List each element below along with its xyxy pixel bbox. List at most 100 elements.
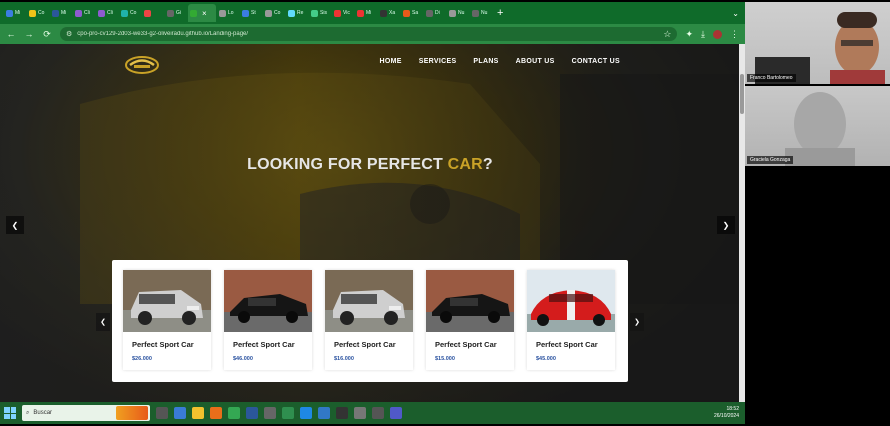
app-icon[interactable] xyxy=(300,407,312,419)
nav-contact[interactable]: CONTACT US xyxy=(572,58,620,65)
tab-label: St xyxy=(251,10,256,16)
browser-tab[interactable]: Co xyxy=(27,4,49,22)
car-image xyxy=(123,270,211,332)
car-image xyxy=(426,270,514,332)
car-card-title: Perfect Sport Car xyxy=(233,340,295,349)
participant-name: Franco Bartolomeo xyxy=(747,74,796,82)
browser-tab[interactable]: Mi xyxy=(50,4,72,22)
browser-tab[interactable]: Co xyxy=(119,4,141,22)
car-card-price: $15.000 xyxy=(435,356,455,362)
tab-label: Nu xyxy=(481,10,488,16)
browser-tab[interactable]: Nu xyxy=(470,4,492,22)
cards-next-arrow[interactable]: ❯ xyxy=(630,313,644,331)
tab-favicon-icon xyxy=(167,9,174,17)
nav-plans[interactable]: PLANS xyxy=(473,58,498,65)
app-icon[interactable] xyxy=(282,407,294,419)
app-icon[interactable] xyxy=(372,407,384,419)
tab-label: Mi xyxy=(366,10,372,16)
tab-favicon-icon xyxy=(242,9,249,17)
site-info-icon[interactable]: ⚙ xyxy=(66,30,72,38)
car-card-title: Perfect Sport Car xyxy=(132,340,194,349)
tab-favicon-icon xyxy=(449,9,456,17)
tab-favicon-icon xyxy=(334,9,341,17)
back-button[interactable]: ← xyxy=(6,29,16,39)
tab-label: Co xyxy=(38,10,45,16)
app-icon[interactable] xyxy=(210,407,222,419)
windows-start-icon[interactable] xyxy=(4,407,16,419)
tab-favicon-icon xyxy=(472,9,479,17)
browser-tab[interactable]: Lo xyxy=(217,4,239,22)
chrome-icon[interactable] xyxy=(228,407,240,419)
car-card-title: Perfect Sport Car xyxy=(536,340,598,349)
browser-tab[interactable]: Xa xyxy=(378,4,400,22)
browser-tab[interactable]: Gi xyxy=(165,4,187,22)
screen: Mi Co Mi Cli Cli Co Gi × Lo St Co Re Sis Vic Mi Xa Sa Di N… xyxy=(0,0,890,426)
browser-tab[interactable]: Mi xyxy=(4,4,26,22)
hero-next-arrow[interactable]: ❯ xyxy=(717,216,735,234)
bookmark-star-icon[interactable]: ☆ xyxy=(663,29,671,40)
profile-avatar[interactable] xyxy=(713,29,722,39)
tab-label: Gi xyxy=(176,10,181,16)
browser-tab[interactable]: Cli xyxy=(96,4,118,22)
download-icon[interactable]: ⤓ xyxy=(701,29,705,40)
browser-tab[interactable]: Mi xyxy=(355,4,377,22)
app-icon[interactable] xyxy=(246,407,258,419)
browser-tab[interactable]: Sa xyxy=(401,4,423,22)
app-icon[interactable] xyxy=(264,407,276,419)
browser-tab[interactable]: Di xyxy=(424,4,446,22)
car-card-title: Perfect Sport Car xyxy=(334,340,396,349)
browser-tab[interactable]: Vic xyxy=(332,4,354,22)
teams-icon[interactable] xyxy=(390,407,402,419)
clock-time: 18:52 xyxy=(726,406,739,412)
browser-tab[interactable]: Nu xyxy=(447,4,469,22)
tab-favicon-icon xyxy=(98,9,105,17)
browser-tab[interactable]: Cli xyxy=(73,4,95,22)
menu-icon[interactable]: ⋮ xyxy=(730,29,739,40)
car-card[interactable]: Perfect Sport Car $16.000 xyxy=(325,270,413,370)
url-text: cpo-pro-cv129-2d03-we33-g2-oliveiradu.gi… xyxy=(77,31,249,37)
tab-label: Cli xyxy=(84,10,90,16)
car-card[interactable]: Perfect Sport Car $15.000 xyxy=(426,270,514,370)
tab-label: Co xyxy=(274,10,281,16)
site-logo[interactable] xyxy=(124,53,160,75)
tab-search-icon[interactable]: ⌄ xyxy=(732,9,739,18)
car-card[interactable]: Perfect Sport Car $26.000 xyxy=(123,270,211,370)
browser-tab[interactable]: St xyxy=(240,4,262,22)
nav-about[interactable]: ABOUT US xyxy=(516,58,555,65)
task-view-icon[interactable] xyxy=(156,407,168,419)
system-clock[interactable]: 18:52 26/10/2024 xyxy=(714,406,739,420)
extensions-icon[interactable]: ✦ xyxy=(685,29,693,40)
tab-label: Lo xyxy=(228,10,234,16)
tab-label: Sis xyxy=(320,10,327,16)
browser-tab[interactable] xyxy=(142,4,164,22)
car-card-price: $16.000 xyxy=(334,356,354,362)
car-card[interactable]: Perfect Sport Car $45.000 xyxy=(527,270,615,370)
browser-tab[interactable]: Re xyxy=(286,4,308,22)
vscode-icon[interactable] xyxy=(318,407,330,419)
nav-home[interactable]: HOME xyxy=(380,58,402,65)
tab-favicon-icon xyxy=(6,9,13,17)
file-explorer-icon[interactable] xyxy=(192,407,204,419)
search-icon: ⌕ xyxy=(26,409,30,416)
scrollbar-thumb[interactable] xyxy=(740,74,744,114)
browser-tab[interactable]: × xyxy=(188,4,216,22)
tab-favicon-icon xyxy=(52,9,59,17)
hero-prev-arrow[interactable]: ❮ xyxy=(6,216,24,234)
cards-prev-arrow[interactable]: ❮ xyxy=(96,313,110,331)
taskbar-search[interactable]: ⌕ Buscar xyxy=(22,405,150,421)
browser-tab[interactable]: Sis xyxy=(309,4,331,22)
edge-icon[interactable] xyxy=(174,407,186,419)
forward-button[interactable]: → xyxy=(24,29,34,39)
nav-services[interactable]: SERVICES xyxy=(419,58,457,65)
address-bar[interactable]: ⚙ cpo-pro-cv129-2d03-we33-g2-oliveiradu.… xyxy=(60,27,678,41)
tab-close-icon[interactable]: × xyxy=(202,9,207,18)
new-tab-button[interactable]: + xyxy=(493,7,507,19)
tab-favicon-icon xyxy=(288,9,295,17)
car-card[interactable]: Perfect Sport Car $46.000 xyxy=(224,270,312,370)
browser-tab[interactable]: Co xyxy=(263,4,285,22)
app-icon[interactable] xyxy=(336,407,348,419)
reload-button[interactable]: ⟳ xyxy=(42,29,52,40)
hero-title-main: LOOKING FOR PERFECT xyxy=(247,156,448,173)
hero-title-end: ? xyxy=(482,156,493,173)
app-icon[interactable] xyxy=(354,407,366,419)
